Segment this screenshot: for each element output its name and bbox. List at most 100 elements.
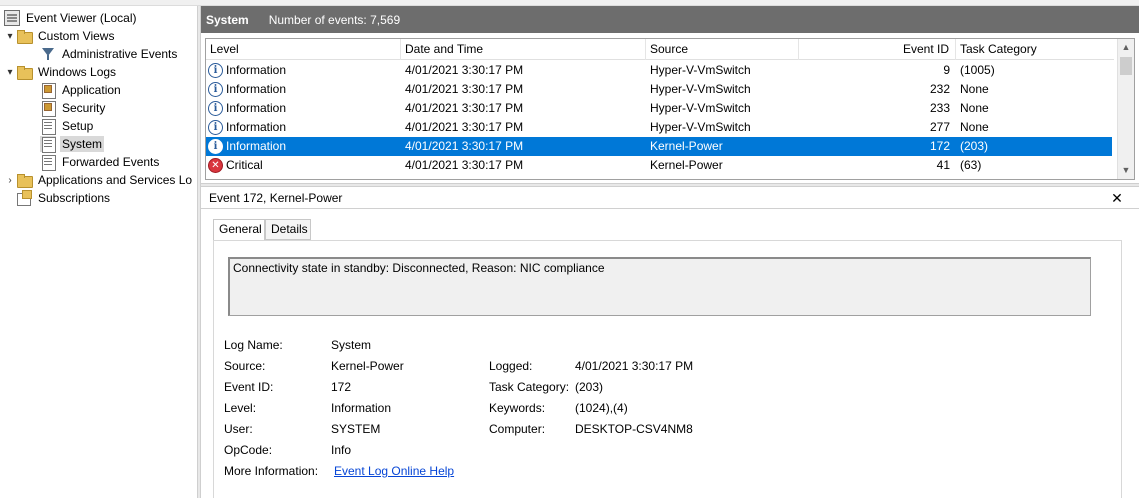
table-row[interactable]: ✕ Critical 4/01/2021 3:30:17 PM Kernel-Po… [206,156,1112,175]
log-header: System Number of events: 7,569 [201,6,1139,33]
column-header-event-id[interactable]: Event ID [799,39,956,60]
information-icon: i [208,101,223,116]
source-cell: Kernel-Power [650,139,723,153]
logged-label: Logged: [489,359,533,373]
table-row[interactable]: i Information 4/01/2021 3:30:17 PM Hyper-… [206,80,1112,99]
tree-item-label: Administrative Events [62,47,178,61]
scroll-down-icon[interactable]: ▼ [1118,162,1134,179]
critical-icon: ✕ [208,158,223,173]
log-icon [40,100,56,117]
event-id-cell: 232 [929,82,950,96]
level-text: Information [226,63,287,77]
event-log-online-help-link[interactable]: Event Log Online Help [334,464,454,478]
level-value: Information [331,401,392,415]
table-row[interactable]: i Information 4/01/2021 3:30:17 PM Hyper-… [206,61,1112,80]
column-header-task-category[interactable]: Task Category [956,39,1114,60]
event-description[interactable]: Connectivity state in standby: Disconnec… [228,257,1091,316]
grid-scrollbar[interactable]: ▲ ▼ [1117,39,1134,179]
source-cell: Hyper-V-VmSwitch [650,82,751,96]
chevron-right-icon[interactable]: › [4,171,16,189]
tree-item-system[interactable]: System [40,135,105,153]
tree-item-event-viewer[interactable]: Event Viewer (Local) [4,9,139,27]
event-detail-title: Event 172, Kernel-Power ✕ [201,187,1139,209]
opcode-label: OpCode: [224,443,273,457]
scroll-thumb[interactable] [1120,57,1132,75]
tree-item-label: Application [62,83,121,97]
column-header-date[interactable]: Date and Time [401,39,646,60]
opcode-value: Info [331,443,352,457]
navigation-tree: Event Viewer (Local) ▾ Custom Views Admi… [0,6,197,498]
date-cell: 4/01/2021 3:30:17 PM [405,139,524,153]
chevron-down-icon[interactable]: ▾ [4,27,16,45]
log-name-value: System [331,338,372,352]
log-name-label: Log Name: [224,338,283,352]
column-header-source[interactable]: Source [646,39,799,60]
folder-icon [16,172,33,188]
tree-item-subscriptions[interactable]: Subscriptions [16,189,112,207]
information-icon: i [208,82,223,97]
event-title-text: Event 172, Kernel-Power [209,191,343,205]
source-cell: Hyper-V-VmSwitch [650,101,751,115]
scroll-up-icon[interactable]: ▲ [1118,39,1134,56]
task-category-cell: None [960,101,989,115]
event-count: Number of events: 7,569 [268,12,401,27]
close-icon[interactable]: ✕ [1109,189,1125,207]
tree-item-label: Security [62,101,106,115]
date-cell: 4/01/2021 3:30:17 PM [405,158,524,172]
level-text: Critical [226,158,263,172]
tree-item-applications-and-services[interactable]: › Applications and Services Lo [4,171,194,189]
information-icon: i [208,63,223,78]
tree-item-label: Setup [62,119,94,133]
events-grid: Level Date and Time Source Event ID Task… [205,38,1135,180]
column-header-level[interactable]: Level [206,39,401,60]
source-cell: Kernel-Power [650,158,723,172]
task-category-cell: (63) [960,158,982,172]
date-cell: 4/01/2021 3:30:17 PM [405,120,524,134]
keywords-value: (1024),(4) [575,401,628,415]
tree-item-label: Windows Logs [38,65,117,79]
event-id-cell: 233 [929,101,950,115]
tree-item-label: Event Viewer (Local) [26,11,137,25]
task-category-cell: None [960,82,989,96]
table-row-selected[interactable]: i Information 4/01/2021 3:30:17 PM Kernel… [206,137,1112,156]
log-icon [40,136,56,153]
level-label: Level: [224,401,257,415]
tree-item-windows-logs[interactable]: ▾ Windows Logs [4,63,118,81]
chevron-down-icon[interactable]: ▾ [4,63,16,81]
task-category-cell: (1005) [960,63,995,77]
tree-item-setup[interactable]: Setup [40,117,95,135]
tree-item-security[interactable]: Security [40,99,107,117]
tree-item-label: Subscriptions [38,191,111,205]
log-icon [40,154,56,171]
logged-value: 4/01/2021 3:30:17 PM [575,359,694,373]
event-id-label: Event ID: [224,380,274,394]
source-value: Kernel-Power [331,359,404,373]
table-row[interactable]: i Information 4/01/2021 3:30:17 PM Hyper-… [206,118,1112,137]
grid-header: Level Date and Time Source Event ID Task… [206,39,1114,60]
level-text: Information [226,139,287,153]
general-tab-panel: Connectivity state in standby: Disconnec… [213,240,1122,498]
tree-item-application[interactable]: Application [40,81,123,99]
tab-details[interactable]: Details [265,219,311,240]
tree-item-administrative-events[interactable]: Administrative Events [40,45,179,63]
level-text: Information [226,82,287,96]
table-row[interactable]: i Information 4/01/2021 3:30:17 PM Hyper-… [206,99,1112,118]
folder-icon [16,28,33,44]
folder-icon [16,64,33,80]
source-cell: Hyper-V-VmSwitch [650,120,751,134]
tree-item-custom-views[interactable]: ▾ Custom Views [4,27,116,45]
tree-item-label: Forwarded Events [62,155,160,169]
task-category-value: (203) [575,380,604,394]
filter-icon [40,46,56,62]
computer-value: DESKTOP-CSV4NM8 [575,422,693,436]
information-icon: i [208,139,223,154]
tree-item-label: Applications and Services Lo [38,173,193,187]
event-id-value: 172 [331,380,352,394]
event-id-cell: 277 [929,120,950,134]
log-icon [40,118,56,135]
tab-general[interactable]: General [213,219,265,241]
tree-item-forwarded-events[interactable]: Forwarded Events [40,153,161,171]
event-id-cell: 41 [936,158,950,172]
event-viewer-icon [4,10,20,26]
date-cell: 4/01/2021 3:30:17 PM [405,101,524,115]
